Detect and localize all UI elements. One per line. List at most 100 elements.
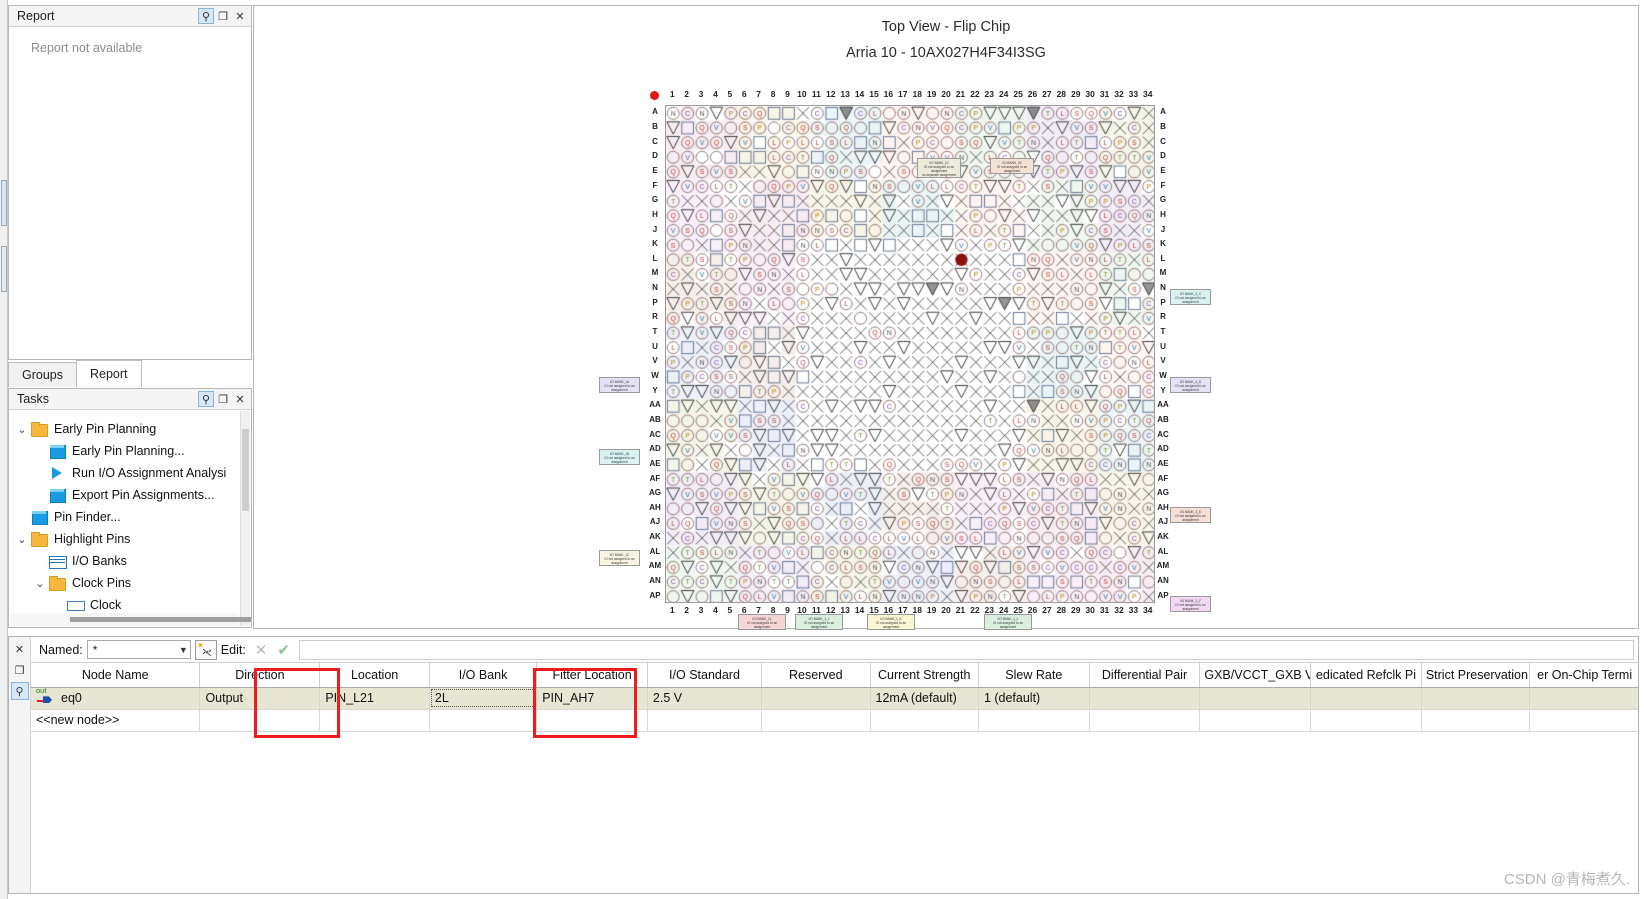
restore-icon[interactable]: ❐ [11, 661, 29, 679]
table-row[interactable]: out eq0 Output PIN_L21 2L PIN_AH7 2.5 V 12mA (d… [31, 687, 1638, 710]
row-label-C: C [1160, 136, 1166, 146]
spreadsheet-scroll-area[interactable]: Node Name Direction Location I/O Bank Fitter… [31, 663, 1638, 893]
chevron-down-icon[interactable]: ⌄ [14, 423, 30, 436]
column-header-edicated-refclk-pi[interactable]: edicated Refclk Pi [1310, 663, 1422, 688]
chevron-down-icon[interactable]: ⌄ [14, 533, 30, 546]
cell-io-standard[interactable]: 2.5 V [647, 687, 763, 710]
column-header-reserved[interactable]: Reserved [761, 663, 871, 688]
cell-on-chip-termination[interactable] [1529, 709, 1638, 732]
close-icon[interactable]: ✕ [232, 391, 248, 407]
task-item-early-pin-planning[interactable]: Early Pin Planning... [10, 440, 240, 462]
task-item-highlight-pins[interactable]: ⌄ Highlight Pins [10, 528, 240, 550]
tasks-vscroll-thumb[interactable] [242, 429, 249, 511]
column-header-strict-preservation[interactable]: Strict Preservation [1421, 663, 1531, 688]
pin-icon[interactable]: ⚲ [198, 8, 214, 24]
report-panel-body: Report not available [9, 27, 251, 359]
cell-differential-pair[interactable] [1089, 687, 1201, 710]
restore-icon[interactable]: ❐ [215, 8, 231, 24]
row-label-N: N [1160, 283, 1166, 293]
restore-icon[interactable]: ❐ [215, 391, 231, 407]
pin-icon[interactable]: ⚲ [10, 682, 29, 700]
task-item-clock-pins[interactable]: ⌄ Clock Pins [10, 572, 240, 594]
chevron-down-icon[interactable]: ⌄ [32, 577, 48, 590]
die-area[interactable] [665, 105, 1155, 603]
task-item-pin-finder[interactable]: Pin Finder... [10, 506, 240, 528]
cell-io-bank[interactable]: 2L [429, 687, 538, 710]
column-header-fitter-location[interactable]: Fitter Location [536, 663, 648, 688]
cell-gxb-vcct[interactable] [1199, 709, 1312, 732]
cell-strict-preservation[interactable] [1421, 687, 1531, 710]
row-label-M: M [651, 268, 659, 278]
task-item-run-i-o-assignment-analysi[interactable]: Run I/O Assignment Analysi [10, 462, 240, 484]
task-item-export-pin-assignments[interactable]: Export Pin Assignments... [10, 484, 240, 506]
cell-current-strength[interactable]: 12mA (default) [870, 687, 979, 710]
cell-direction[interactable] [199, 709, 321, 732]
task-item-early-pin-planning[interactable]: ⌄ Early Pin Planning [10, 418, 240, 440]
close-icon[interactable]: ✕ [232, 8, 248, 24]
tab-report[interactable]: Report [76, 360, 142, 387]
cell-slew-rate[interactable] [978, 709, 1090, 732]
row-label-V: V [1160, 356, 1166, 366]
row-label-U: U [1160, 341, 1166, 351]
column-header-slew-rate[interactable]: Slew Rate [978, 663, 1090, 688]
row-label-AA: AA [649, 400, 661, 410]
row-label-A: A [1160, 107, 1166, 117]
cell-current-strength[interactable] [870, 709, 979, 732]
dock-tab-1[interactable] [1, 180, 7, 226]
column-header-gxb-vcct-gxb-v[interactable]: GXB/VCCT_GXB V [1199, 663, 1312, 688]
column-header-direction[interactable]: Direction [199, 663, 321, 688]
cell-differential-pair[interactable] [1089, 709, 1201, 732]
cell-reserved[interactable] [761, 687, 871, 710]
cell-dedicated-refclk[interactable] [1310, 709, 1422, 732]
cell-reserved[interactable] [761, 709, 871, 732]
pin-grid[interactable]: 1 2 3 4 5 6 7 8 9 10 11 12 13 14 15 16 17 18 19 20 21 22 23 24 2… [599, 89, 1211, 630]
cell-gxb-vcct[interactable] [1199, 687, 1312, 710]
cell-fitter-location[interactable] [536, 709, 648, 732]
cell-node-name[interactable]: <<new node>> [31, 709, 201, 732]
tasks-vertical-scrollbar[interactable] [240, 411, 250, 626]
column-header-current-strength[interactable]: Current Strength [870, 663, 979, 688]
tasks-horizontal-scrollbar[interactable] [10, 613, 251, 626]
tasks-tree: ⌄ Early Pin Planning Early Pin Planning...… [10, 410, 240, 611]
column-label-22: 22 [970, 89, 980, 99]
cell-direction[interactable]: Output [199, 687, 321, 710]
row-label-AC: AC [649, 429, 661, 439]
edit-input[interactable] [298, 639, 1634, 660]
task-item-clock[interactable]: Clock [10, 594, 240, 611]
cell-on-chip-termination[interactable] [1529, 687, 1638, 710]
cell-slew-rate[interactable]: 1 (default) [978, 687, 1090, 710]
cell-node-name[interactable]: out eq0 [31, 687, 201, 710]
row-label-M: M [1159, 268, 1167, 278]
accept-icon[interactable]: ✔ [277, 641, 290, 659]
cell-location[interactable] [319, 709, 430, 732]
cell-location[interactable]: PIN_L21 [319, 687, 430, 710]
column-header-i-o-bank[interactable]: I/O Bank [429, 663, 538, 688]
cancel-icon[interactable]: ✕ [255, 641, 268, 659]
close-icon[interactable]: ✕ [11, 640, 29, 658]
cell-strict-preservation[interactable] [1421, 709, 1531, 732]
pin-icon[interactable]: ⚲ [198, 391, 214, 407]
named-filter-combobox[interactable]: * ▼ [86, 640, 191, 659]
task-item-label: Pin Finder... [54, 510, 121, 524]
column-header-er-on-chip-termi[interactable]: er On-Chip Termi [1529, 663, 1638, 688]
pin-table: Node Name Direction Location I/O Bank Fitter… [31, 663, 1638, 732]
cell-fitter-location[interactable]: PIN_AH7 [536, 687, 648, 710]
table-row[interactable]: <<new node>> [31, 709, 1638, 732]
dock-tab-2[interactable] [1, 246, 7, 292]
column-label-6: 6 [741, 89, 747, 99]
cell-io-bank[interactable] [429, 709, 538, 732]
tasks-hscroll-thumb[interactable] [70, 617, 251, 622]
column-header-location[interactable]: Location [319, 663, 430, 688]
page-icon [48, 488, 67, 503]
row-label-L: L [652, 253, 658, 263]
cell-dedicated-refclk[interactable] [1310, 687, 1422, 710]
column-header-node-name[interactable]: Node Name [31, 663, 201, 688]
tab-groups[interactable]: Groups [8, 362, 77, 387]
cell-io-standard[interactable] [647, 709, 763, 732]
column-header-differential-pair[interactable]: Differential Pair [1089, 663, 1201, 688]
task-item-i-o-banks[interactable]: I/O Banks [10, 550, 240, 572]
wand-icon[interactable] [194, 639, 217, 660]
column-header-i-o-standard[interactable]: I/O Standard [647, 663, 763, 688]
orientation-dot-icon [650, 91, 659, 100]
row-label-AN: AN [649, 576, 661, 586]
